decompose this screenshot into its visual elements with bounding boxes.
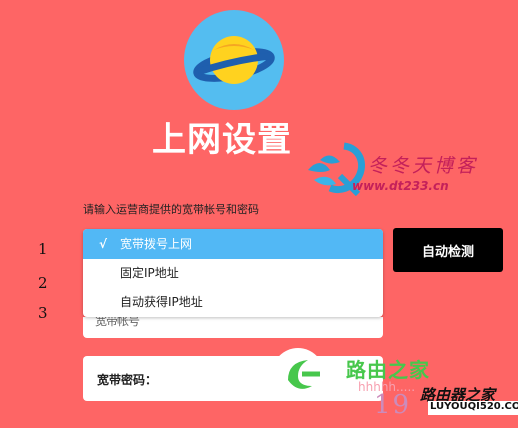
row-number-1: 1 <box>38 240 48 258</box>
row-number-3: 3 <box>38 304 48 322</box>
watermark-router-url: LUYOUQI520.COM <box>428 401 518 415</box>
watermark-blog-url: www.dt233.cn <box>352 179 449 193</box>
logo-circle <box>184 10 284 110</box>
password-field[interactable]: 宽带密码： <box>83 356 383 401</box>
account-hint: 请输入运营商提供的宽带帐号和密码 <box>83 203 259 216</box>
watermark-router-name: 路由之家 <box>346 358 430 382</box>
option-label: 固定IP地址 <box>120 266 179 280</box>
account-field-label: 宽带帐号 <box>95 317 140 328</box>
watermark-blog-name: 冬冬天博客 <box>368 155 479 177</box>
check-icon: √ <box>99 237 108 251</box>
planet-icon <box>193 36 275 84</box>
option-dhcp[interactable]: 自动获得IP地址 <box>83 288 383 317</box>
watermark-router-logo-icon <box>272 348 324 400</box>
password-label: 宽带密码： <box>97 373 158 387</box>
option-label: 自动获得IP地址 <box>120 295 203 309</box>
watermark-router-number: 19 <box>374 390 412 420</box>
auto-detect-button[interactable]: 自动检测 <box>393 228 503 272</box>
page-title: 上网设置 <box>152 120 292 160</box>
option-static-ip[interactable]: 固定IP地址 <box>83 259 383 288</box>
option-pppoe[interactable]: √ 宽带拨号上网 <box>83 229 383 259</box>
row-number-2: 2 <box>38 274 48 292</box>
account-field[interactable]: 宽带帐号 <box>83 317 383 338</box>
option-label: 宽带拨号上网 <box>120 237 193 251</box>
connection-type-dropdown[interactable]: √ 宽带拨号上网 固定IP地址 自动获得IP地址 <box>83 229 383 317</box>
